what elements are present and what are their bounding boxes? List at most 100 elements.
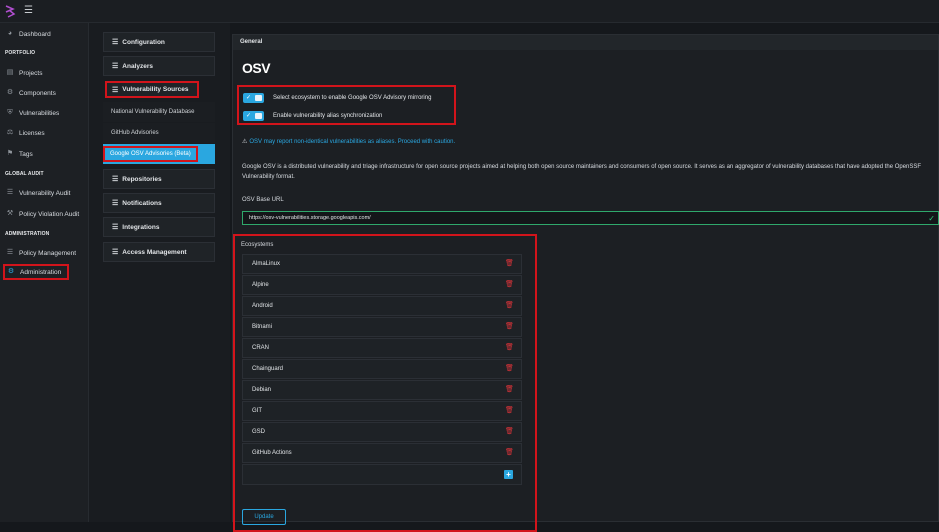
sidebar-section-global-audit: GLOBAL AUDIT [5, 171, 44, 177]
trash-icon[interactable]: 🗑 [505, 344, 514, 352]
sidebar-item-licenses[interactable]: ⚖ Licenses [0, 125, 89, 141]
sidebar-item-label: Components [19, 89, 56, 97]
sidebar-item-label: Policy Management [19, 249, 77, 257]
ecosystem-row: CRAN 🗑 [242, 338, 522, 358]
cogs-icon: ⚙ [7, 268, 15, 275]
ecosystem-row: GitHub Actions 🗑 [242, 443, 522, 463]
ecosystem-name: Bitnami [252, 324, 273, 330]
osv-logo: OSV [242, 60, 271, 76]
trash-icon[interactable]: 🗑 [505, 428, 514, 436]
menu-label: Access Management [122, 248, 187, 256]
toggles-highlight: ✓ Select ecosystem to enable Google OSV … [237, 85, 456, 125]
sidebar-item-administration[interactable]: ⚙ Administration [3, 264, 69, 280]
menu-access-management[interactable]: ☰ Access Management [103, 242, 215, 262]
menu-icon: ☰ [112, 86, 119, 94]
menu-icon: ☰ [112, 200, 119, 207]
osv-description: Google OSV is a distributed vulnerabilit… [242, 164, 922, 180]
menu-icon: ☰ [112, 249, 119, 256]
menu-icon: ☰ [112, 224, 119, 231]
trash-icon[interactable]: 🗑 [505, 365, 514, 373]
alias-warning: ⚠ OSV may report non-identical vulnerabil… [242, 138, 455, 145]
trash-icon[interactable]: 🗑 [505, 302, 514, 310]
ecosystem-name: GitHub Actions [252, 450, 292, 456]
balance-icon: ⚖ [6, 129, 14, 136]
menu-vulnerability-sources[interactable]: ☰ Vulnerability Sources [105, 81, 199, 98]
ecosystem-row: AlmaLinux 🗑 [242, 254, 522, 274]
ecosystem-row: GIT 🗑 [242, 401, 522, 421]
menu-nvd[interactable]: National Vulnerability Database [103, 102, 215, 122]
trash-icon[interactable]: 🗑 [505, 323, 514, 331]
sidebar-section-administration: ADMINISTRATION [5, 231, 50, 237]
trash-icon[interactable]: 🗑 [505, 449, 514, 457]
list-icon: ☰ [6, 189, 14, 196]
menu-label: Google OSV Advisories (Beta) [103, 146, 198, 162]
tag-icon: ⚑ [6, 150, 14, 157]
sidebar-item-label: Policy Violation Audit [19, 210, 80, 218]
sidebar-item-tags[interactable]: ⚑ Tags [0, 146, 89, 162]
dashboard-icon: ◕ [7, 30, 13, 37]
menu-notifications[interactable]: ☰ Notifications [103, 193, 215, 213]
ecosystem-name: GIT [252, 408, 262, 414]
add-ecosystem-row: + [242, 464, 522, 485]
sidebar-item-label: Administration [20, 268, 62, 276]
menu-icon: ☰ [112, 63, 119, 70]
ecosystem-row: Alpine 🗑 [242, 275, 522, 295]
ecosystem-name: Alpine [252, 282, 269, 288]
add-ecosystem-icon[interactable]: + [504, 470, 513, 479]
trash-icon[interactable]: 🗑 [505, 407, 514, 415]
list-icon: ☰ [6, 249, 14, 256]
menu-configuration[interactable]: ☰ Configuration [103, 32, 215, 52]
mirroring-toggle-label: Select ecosystem to enable Google OSV Ad… [273, 95, 432, 101]
hamburger-menu-icon[interactable]: ☰ [24, 6, 33, 16]
update-button[interactable]: Update [242, 509, 286, 525]
toggle-knob [255, 95, 262, 101]
checkmark-icon: ✓ [246, 95, 252, 101]
ecosystem-name: Android [252, 303, 273, 309]
menu-github-advisories[interactable]: GitHub Advisories [103, 123, 215, 143]
sidebar-item-vulnerabilities[interactable]: ⛨ Vulnerabilities [0, 105, 89, 121]
chart-icon: ▤ [6, 69, 14, 76]
top-bar: ☰ [0, 0, 939, 23]
sidebar-item-label: Vulnerabilities [19, 109, 60, 117]
sidebar-item-vulnerability-audit[interactable]: ☰ Vulnerability Audit [0, 185, 89, 201]
mirroring-toggle[interactable]: ✓ [243, 93, 264, 103]
menu-analyzers[interactable]: ☰ Analyzers [103, 56, 215, 76]
trash-icon[interactable]: 🗑 [505, 281, 514, 289]
menu-label: Repositories [122, 175, 162, 183]
ecosystem-row: Android 🗑 [242, 296, 522, 316]
valid-check-icon: ✓ [928, 214, 935, 223]
sidebar-item-components[interactable]: ⚙ Components [0, 85, 89, 101]
ecosystem-row: Chainguard 🗑 [242, 359, 522, 379]
ecosystem-row: Bitnami 🗑 [242, 317, 522, 337]
sidebar-item-dashboard[interactable]: ◕ Dashboard [0, 26, 89, 42]
sidebar-item-policy-violation-audit[interactable]: ⚒ Policy Violation Audit [0, 206, 89, 222]
menu-label: Vulnerability Sources [122, 86, 189, 93]
shield-icon: ⛨ [7, 109, 13, 116]
menu-integrations[interactable]: ☰ Integrations [103, 217, 215, 237]
warning-icon: ⚠ [242, 139, 248, 145]
ecosystem-name: Chainguard [252, 366, 284, 372]
ecosystem-name: CRAN [252, 345, 270, 351]
card-header: General [233, 35, 938, 50]
menu-label: Integrations [122, 223, 160, 231]
sidebar-item-policy-management[interactable]: ☰ Policy Management [0, 245, 89, 261]
menu-google-osv[interactable]: Google OSV Advisories (Beta) [103, 144, 215, 164]
trash-icon[interactable]: 🗑 [505, 260, 514, 268]
components-icon: ⚙ [6, 89, 14, 96]
base-url-input[interactable]: https://osv-vulnerabilities.storage.goog… [242, 211, 939, 225]
sidebar-item-projects[interactable]: ▤ Projects [0, 65, 89, 81]
toggle-knob [255, 113, 262, 119]
admin-submenu: ☰ Configuration ☰ Analyzers ☰ Vulnerability… [89, 23, 230, 522]
trash-icon[interactable]: 🗑 [505, 386, 514, 394]
alias-sync-toggle[interactable]: ✓ [243, 111, 264, 121]
gavel-icon: ⚒ [6, 210, 14, 217]
sidebar-item-label: Licenses [19, 129, 45, 137]
sidebar: ◕ Dashboard PORTFOLIO ▤ Projects ⚙ Componen… [0, 23, 89, 522]
menu-label: National Vulnerability Database [111, 109, 195, 115]
osv-logo-text: OSV [242, 60, 271, 76]
ecosystem-name: GSD [252, 429, 266, 435]
menu-repositories[interactable]: ☰ Repositories [103, 169, 215, 189]
app-logo-icon[interactable] [4, 4, 16, 19]
ecosystem-row: GSD 🗑 [242, 422, 522, 442]
menu-icon: ☰ [112, 176, 119, 183]
